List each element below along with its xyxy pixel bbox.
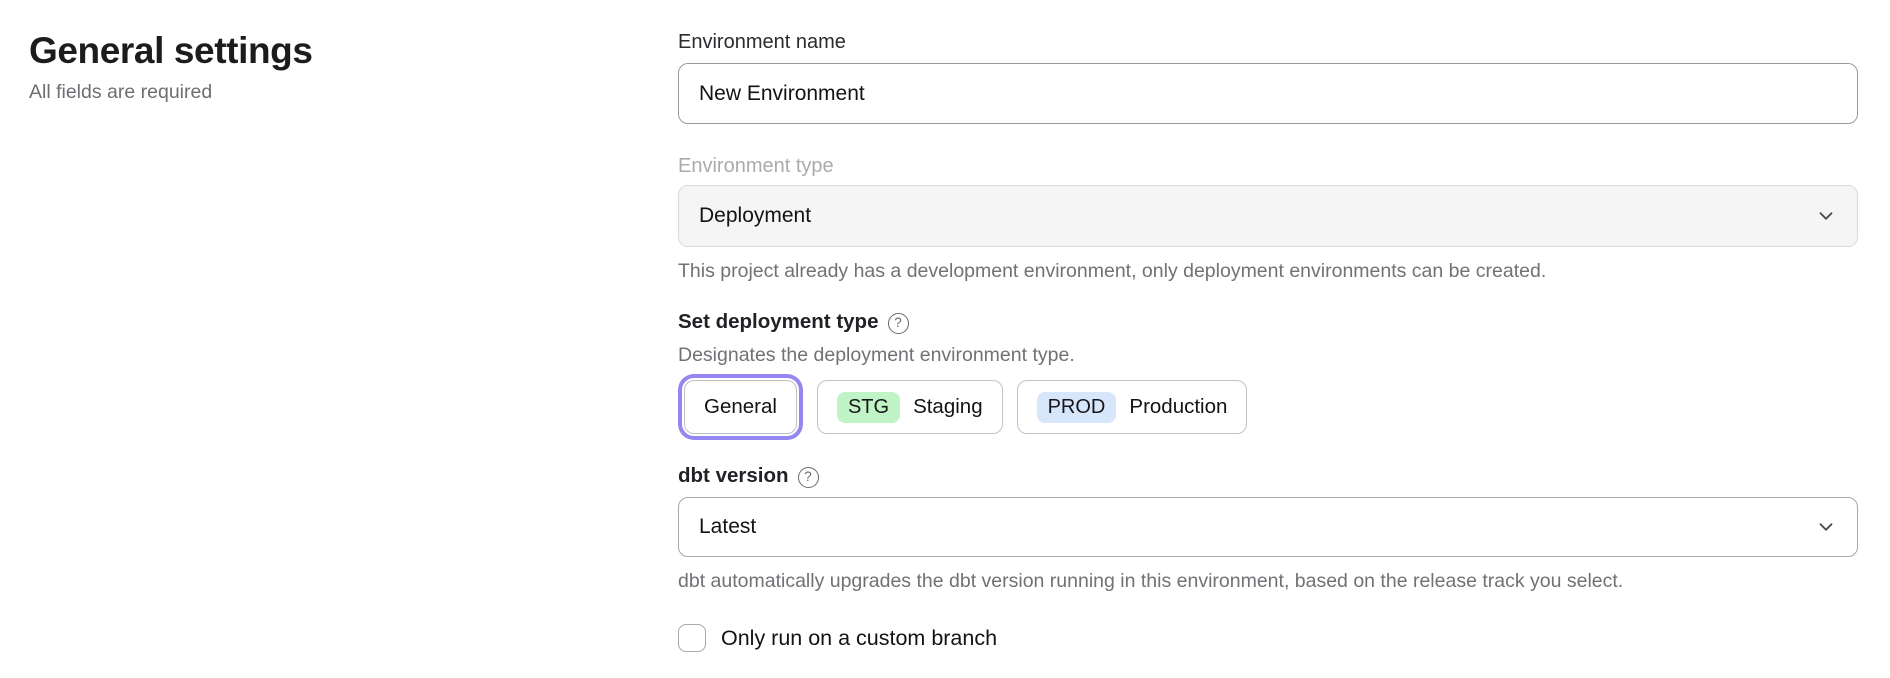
deployment-type-general-label: General xyxy=(704,395,777,419)
production-badge: PROD xyxy=(1037,392,1117,423)
deployment-type-production-button[interactable]: PROD Production xyxy=(1017,380,1248,434)
deployment-type-description: Designates the deployment environment ty… xyxy=(678,344,1858,366)
deployment-type-general-button[interactable]: General xyxy=(684,380,797,434)
dbt-version-value: Latest xyxy=(699,515,756,539)
deployment-type-staging-label: Staging xyxy=(913,395,983,419)
chevron-down-icon xyxy=(1815,516,1837,538)
custom-branch-row: Only run on a custom branch xyxy=(678,621,1858,655)
environment-name-input[interactable] xyxy=(678,63,1858,124)
settings-header: General settings All fields are required xyxy=(29,30,589,104)
environment-type-value: Deployment xyxy=(699,204,811,228)
environment-type-helper: This project already has a development e… xyxy=(678,260,1858,282)
dbt-version-heading: dbt version xyxy=(678,464,789,488)
chevron-down-icon xyxy=(1815,205,1837,227)
deployment-type-staging-button[interactable]: STG Staging xyxy=(817,380,1003,434)
custom-branch-label[interactable]: Only run on a custom branch xyxy=(721,626,997,651)
help-icon[interactable]: ? xyxy=(798,467,819,488)
environment-settings-form: Environment name Environment type Deploy… xyxy=(678,0,1858,655)
help-icon[interactable]: ? xyxy=(888,313,909,334)
deployment-type-options: General STG Staging PROD Production xyxy=(678,380,1858,434)
staging-badge: STG xyxy=(837,392,900,423)
environment-name-label: Environment name xyxy=(678,31,1858,53)
dbt-version-select[interactable]: Latest xyxy=(678,497,1858,557)
environment-type-label: Environment type xyxy=(678,155,1858,177)
environment-type-select: Deployment xyxy=(678,185,1858,247)
deployment-type-production-label: Production xyxy=(1129,395,1227,419)
deployment-type-heading: Set deployment type xyxy=(678,310,879,334)
page-subtitle: All fields are required xyxy=(29,81,589,104)
custom-branch-checkbox[interactable] xyxy=(678,624,706,652)
dbt-version-helper: dbt automatically upgrades the dbt versi… xyxy=(678,570,1858,592)
page-title: General settings xyxy=(29,30,589,72)
